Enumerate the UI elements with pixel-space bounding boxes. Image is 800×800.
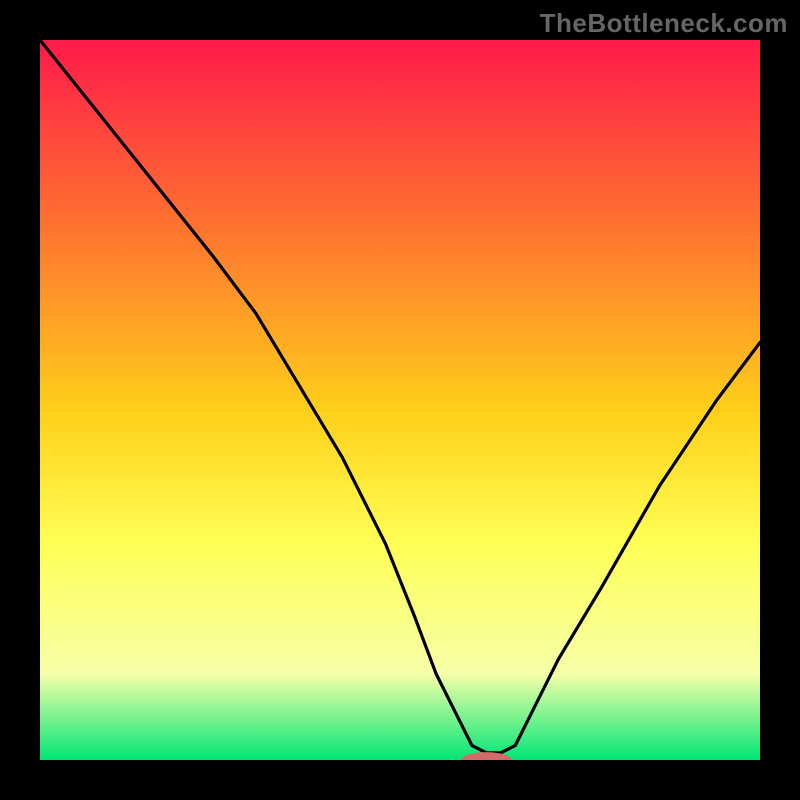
chart-frame: TheBottleneck.com: [0, 0, 800, 800]
plot-area: [40, 40, 760, 760]
chart-svg: [40, 40, 760, 760]
gradient-background: [40, 40, 760, 760]
watermark-text: TheBottleneck.com: [540, 8, 788, 39]
